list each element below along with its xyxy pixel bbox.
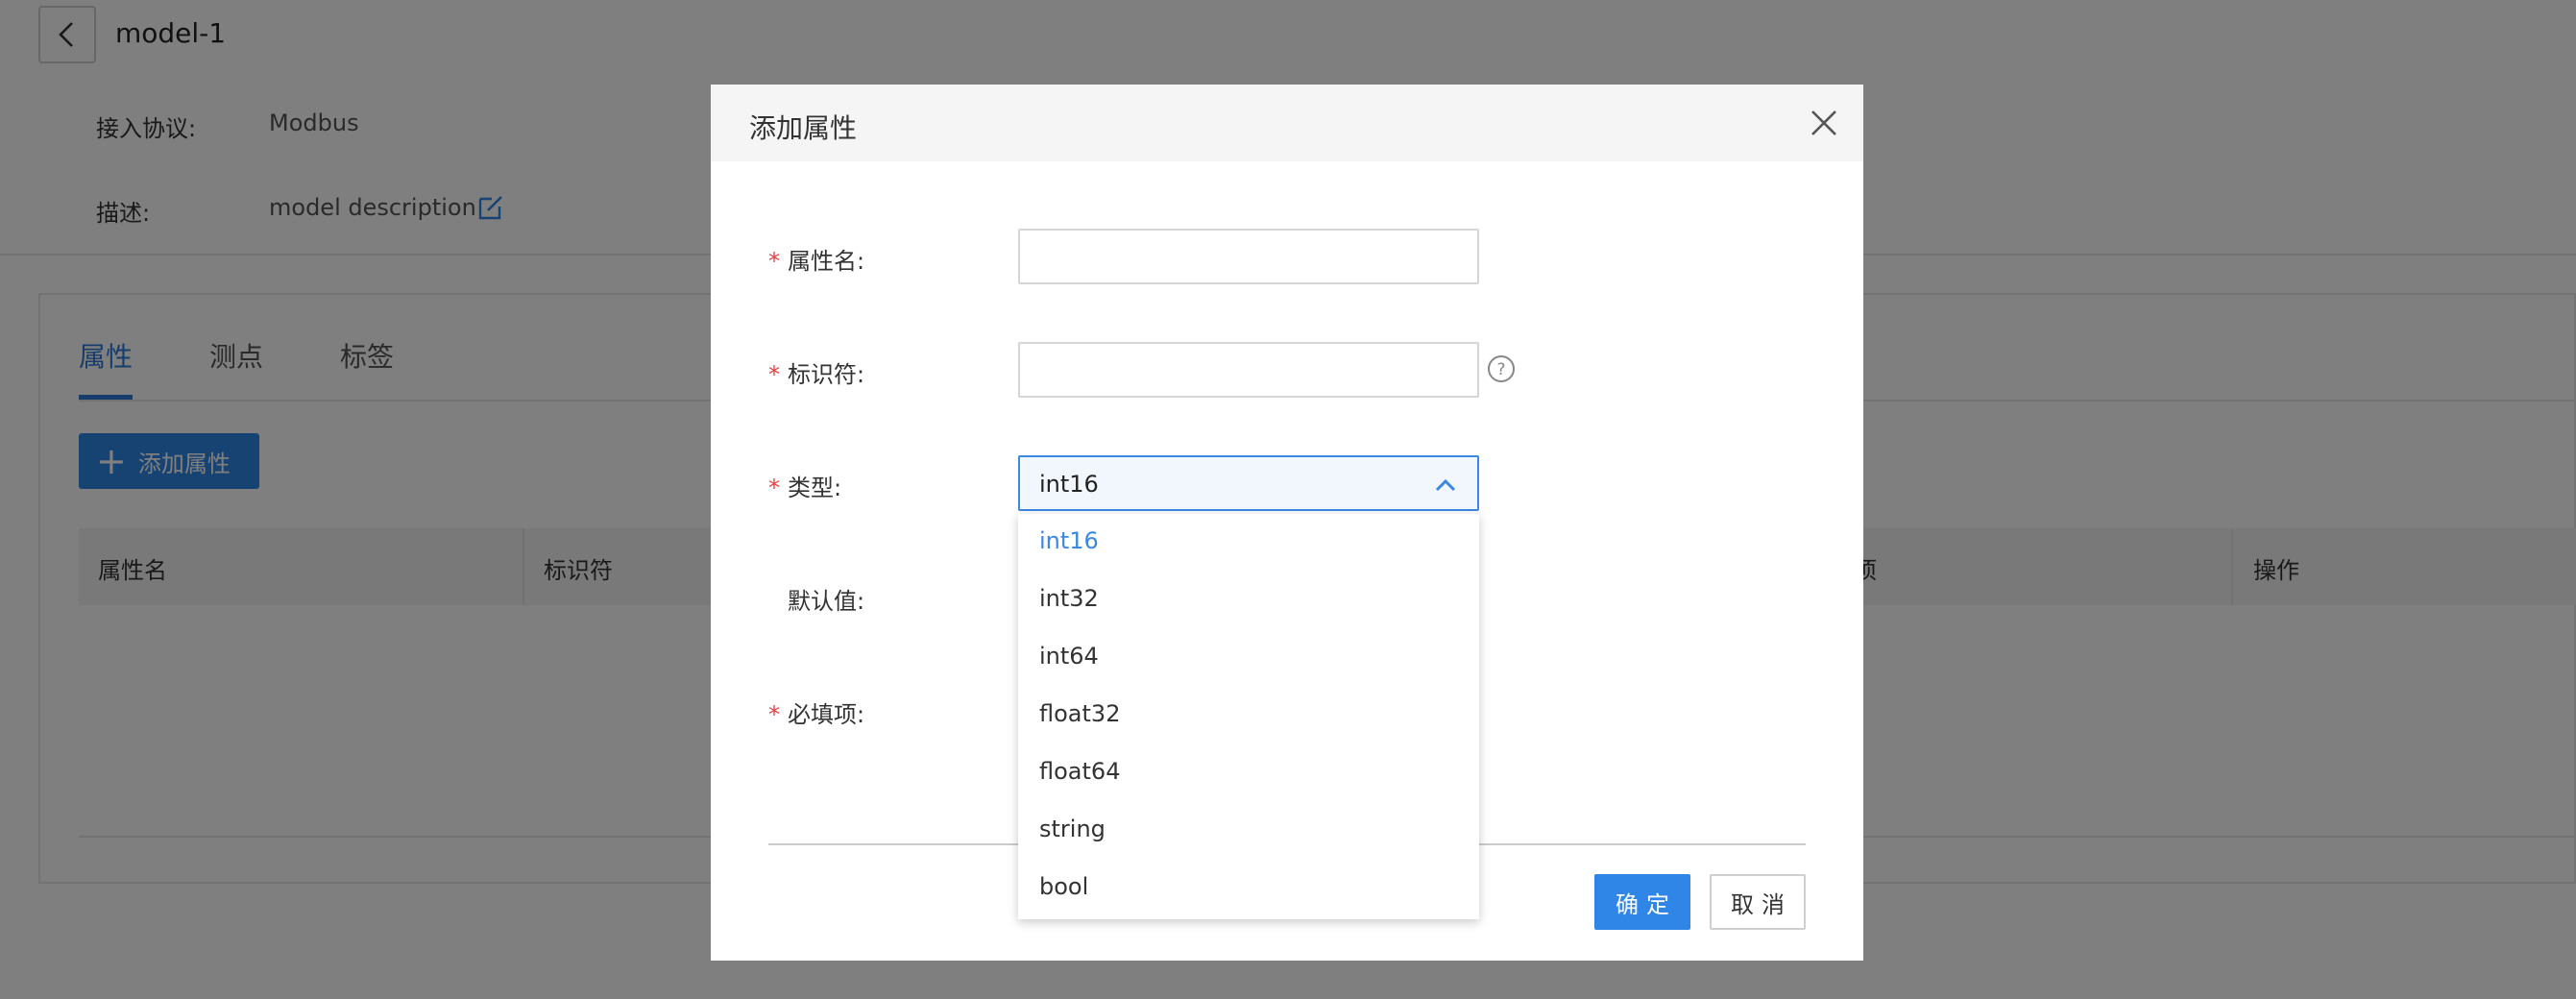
name-label-text: 属性名: [788, 248, 865, 275]
type-select-value: int16 [1039, 471, 1099, 498]
default-label: *默认值: [768, 582, 864, 616]
type-option-int16[interactable]: int16 [1039, 527, 1099, 554]
type-dropdown: int16 int32 int64 float32 float64 string… [1018, 514, 1479, 919]
identifier-input[interactable] [1018, 342, 1479, 398]
identifier-label: * 标识符: [768, 355, 864, 389]
identifier-label-text: 标识符: [788, 361, 865, 388]
type-label: * 类型: [768, 469, 841, 502]
required-mark: * [768, 475, 780, 501]
close-icon[interactable] [1809, 108, 1839, 138]
type-option-float32[interactable]: float32 [1039, 700, 1120, 727]
name-input[interactable] [1018, 229, 1479, 284]
type-option-int64[interactable]: int64 [1039, 643, 1099, 670]
question-circle-icon[interactable]: ? [1487, 354, 1516, 383]
add-property-modal: 添加属性 * 属性名: * 标识符: ? * 类型: int16 默认值: * … [711, 85, 1863, 961]
modal-title: 添加属性 [749, 112, 858, 144]
confirm-button[interactable]: 确定 [1594, 874, 1690, 930]
type-option-int32[interactable]: int32 [1039, 585, 1099, 612]
required-mark: * [768, 361, 780, 388]
default-label-text: 默认值: [788, 588, 865, 615]
app-page: model-1 接入协议: Modbus 描述: model descripti… [0, 0, 2576, 999]
required-label: * 必填项: [768, 695, 864, 729]
type-option-string[interactable]: string [1039, 816, 1106, 842]
cancel-button[interactable]: 取消 [1710, 874, 1806, 930]
type-label-text: 类型: [788, 475, 842, 501]
modal-header: 添加属性 [711, 85, 1863, 161]
required-mark: * [768, 701, 780, 728]
type-option-float64[interactable]: float64 [1039, 758, 1120, 785]
type-option-bool[interactable]: bool [1039, 873, 1088, 900]
svg-text:?: ? [1496, 360, 1505, 379]
chevron-up-icon [1435, 478, 1456, 492]
type-select[interactable]: int16 [1018, 455, 1479, 511]
required-mark: * [768, 248, 780, 275]
name-label: * 属性名: [768, 242, 864, 276]
required-label-text: 必填项: [788, 701, 865, 728]
